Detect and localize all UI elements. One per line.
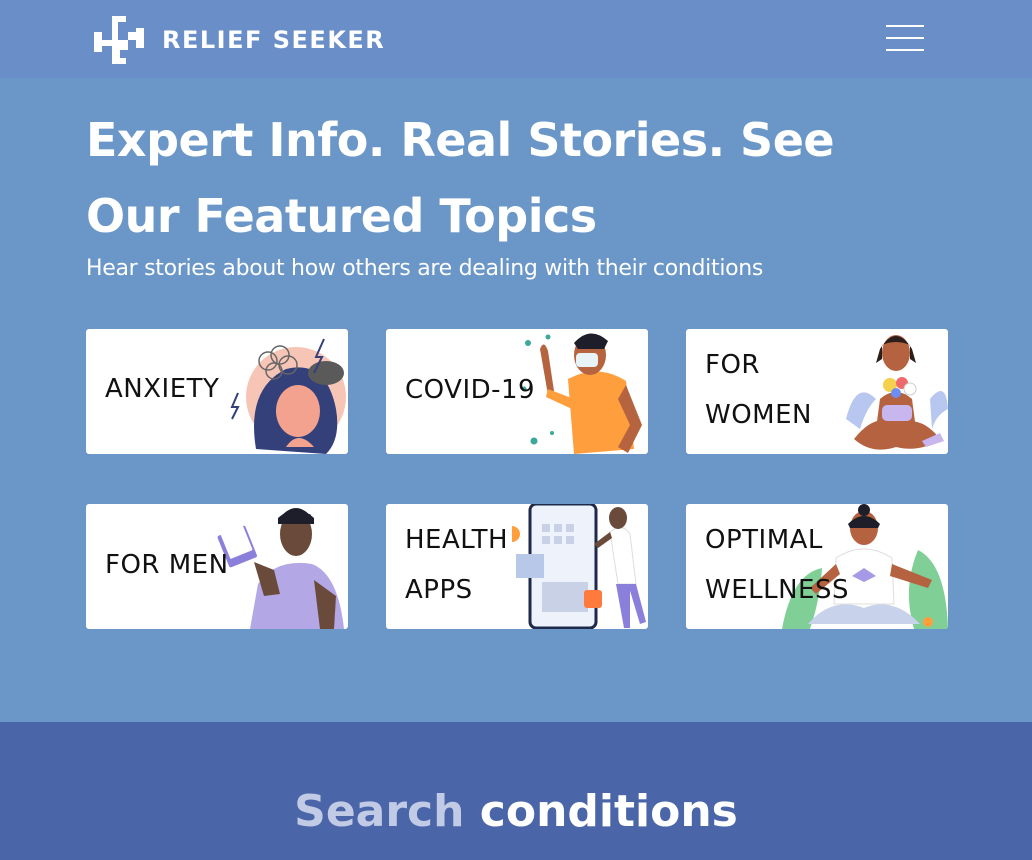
topic-label: OPTIMAL WELLNESS (705, 525, 849, 605)
man-illustration-icon (217, 508, 344, 629)
woman-illustration-icon (846, 335, 948, 450)
site-header: RELIEF SEEKER (0, 0, 1032, 78)
page-title: Expert Info. Real Stories. See Our Featu… (86, 113, 835, 243)
search-conditions-section: Search conditions (0, 722, 1032, 860)
logo-text: RELIEF SEEKER (162, 26, 386, 54)
topic-card-health-apps[interactable]: HEALTH APPS (386, 504, 648, 629)
topic-label: COVID-19 (405, 375, 536, 405)
hamburger-menu-icon[interactable] (886, 24, 924, 52)
topic-label: ANXIETY (105, 374, 220, 404)
search-conditions-heading: Search conditions (294, 786, 738, 837)
topic-label: HEALTH APPS (405, 525, 509, 605)
topic-card-for-women[interactable]: FOR WOMEN (686, 329, 948, 454)
health-apps-illustration-icon (512, 504, 646, 629)
covid-illustration-icon (521, 333, 642, 454)
site-logo[interactable]: RELIEF SEEKER (92, 14, 385, 66)
topic-card-for-men[interactable]: FOR MEN (86, 504, 348, 629)
topic-card-anxiety[interactable]: ANXIETY (86, 329, 348, 454)
topic-label: FOR WOMEN (705, 350, 812, 430)
topic-card-covid-19[interactable]: COVID-19 (386, 329, 648, 454)
cross-logo-icon (94, 16, 144, 64)
topic-label: FOR MEN (105, 550, 229, 580)
page-subtitle: Hear stories about how others are dealin… (86, 256, 764, 281)
anxiety-illustration-icon (230, 338, 346, 454)
topic-card-optimal-wellness[interactable]: OPTIMAL WELLNESS (686, 504, 948, 629)
